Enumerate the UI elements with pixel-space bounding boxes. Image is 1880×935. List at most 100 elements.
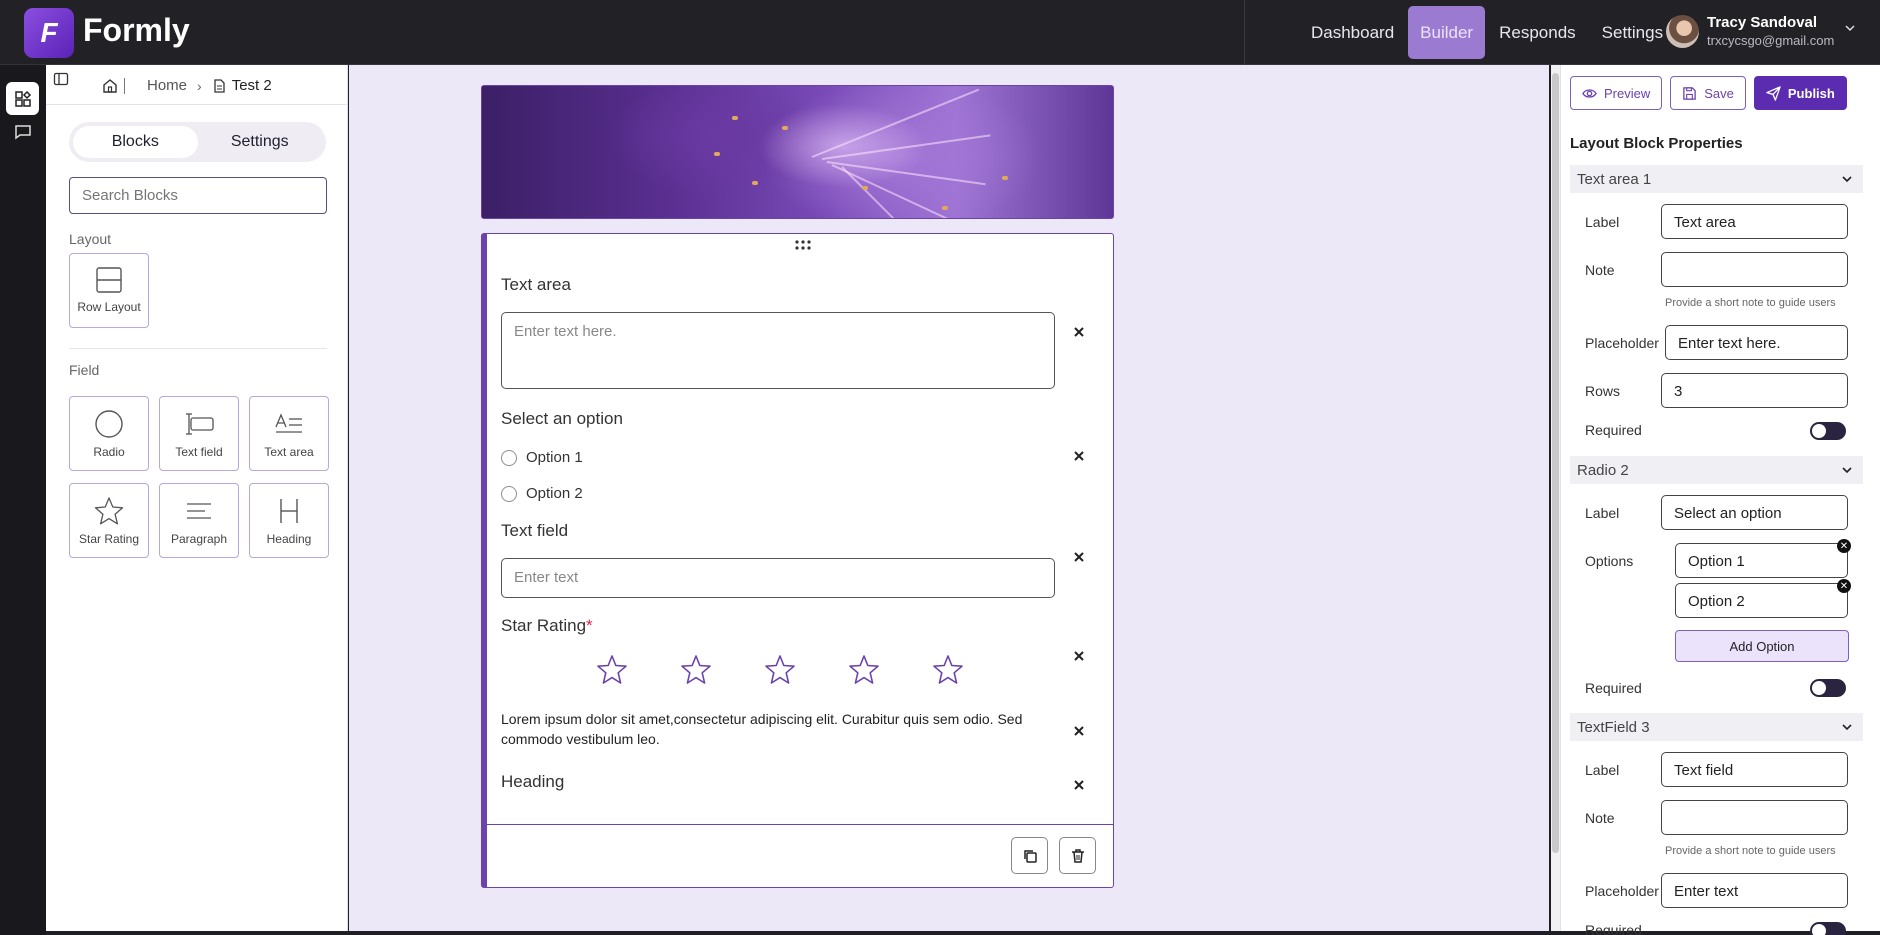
block-heading[interactable]: Heading — [249, 483, 329, 558]
chevron-down-icon — [1842, 467, 1852, 474]
send-icon — [1766, 85, 1781, 101]
text-area-label-input[interactable]: Text area — [1661, 204, 1848, 239]
text-area-note-input[interactable] — [1661, 252, 1848, 287]
sidebar-tabs: Blocks Settings — [69, 122, 326, 162]
text-area-block-header[interactable]: Text area 1 — [1570, 165, 1863, 193]
canvas-scrollbar[interactable] — [1551, 65, 1560, 931]
publish-button[interactable]: Publish — [1753, 76, 1847, 110]
radio-icon — [95, 410, 123, 438]
home-icon[interactable] — [102, 78, 118, 94]
text-field-placeholder-input[interactable]: Enter text — [1661, 873, 1848, 908]
preview-button[interactable]: Preview — [1570, 76, 1663, 110]
text-field-input[interactable]: Enter text — [501, 558, 1055, 598]
save-icon — [1683, 86, 1697, 100]
star-icon[interactable] — [764, 654, 796, 686]
rail-blocks-button[interactable] — [6, 82, 39, 115]
chevron-down-icon[interactable] — [1844, 22, 1856, 34]
text-field-label-input[interactable]: Text field — [1661, 752, 1848, 787]
block-text-area[interactable]: Text area — [249, 396, 329, 471]
radio-option[interactable]: Option 2 — [501, 485, 583, 502]
blocks-icon — [14, 90, 31, 107]
radio-circle-icon — [501, 485, 517, 502]
star-icon[interactable] — [932, 654, 964, 686]
text-area-placeholder-input[interactable]: Enter text here. — [1665, 325, 1848, 360]
required-caption: Required — [1585, 422, 1642, 438]
text-field-block-header[interactable]: TextField 3 — [1570, 713, 1863, 741]
block-row-layout[interactable]: Row Layout — [69, 253, 149, 328]
app-logo[interactable]: F — [24, 8, 74, 58]
breadcrumb-divider — [124, 77, 125, 94]
heading-text: Heading — [501, 772, 565, 791]
tab-settings[interactable]: Settings — [198, 126, 323, 158]
sidebar-header: Home › Test 2 — [46, 65, 347, 105]
duplicate-button[interactable] — [1011, 837, 1048, 874]
required-caption: Required — [1585, 680, 1642, 696]
scrollbar-thumb[interactable] — [1552, 73, 1559, 853]
required-toggle[interactable] — [1810, 679, 1846, 697]
search-blocks-input[interactable] — [69, 177, 327, 214]
text-area-field[interactable]: Enter text here. — [501, 312, 1055, 389]
star-icon[interactable] — [848, 654, 880, 686]
save-label: Save — [1704, 85, 1734, 101]
required-toggle[interactable] — [1810, 922, 1846, 935]
label-caption: Label — [1585, 762, 1620, 778]
user-menu[interactable]: Tracy Sandoval trxcycsgo@gmail.com — [1666, 14, 1834, 48]
star-icon[interactable] — [680, 654, 712, 686]
radio-option-label: Option 1 — [526, 449, 583, 466]
delete-button[interactable] — [1059, 837, 1096, 874]
close-icon[interactable] — [1071, 324, 1087, 340]
save-button[interactable]: Save — [1670, 76, 1746, 110]
sidebar-toggle-icon[interactable] — [53, 71, 69, 87]
add-option-button[interactable]: Add Option — [1675, 630, 1849, 662]
preview-label: Preview — [1604, 85, 1651, 101]
heading-icon — [280, 499, 298, 523]
option-input[interactable]: Option 1 — [1675, 543, 1848, 578]
label-caption: Label — [1585, 214, 1620, 230]
drag-handle-icon[interactable] — [795, 240, 811, 250]
rail-comments-button[interactable] — [6, 115, 39, 148]
nav-builder[interactable]: Builder — [1408, 6, 1486, 59]
star-rating-label-text: Star Rating — [501, 616, 587, 635]
required-caption: Required — [1585, 922, 1642, 935]
close-icon[interactable] — [1071, 648, 1087, 664]
close-icon[interactable] — [1071, 549, 1087, 565]
text-area-label: Text area — [501, 275, 571, 294]
remove-option-icon[interactable]: ✕ — [1837, 539, 1851, 553]
remove-option-icon[interactable]: ✕ — [1837, 579, 1851, 593]
breadcrumb-home[interactable]: Home — [147, 77, 187, 94]
nav-dashboard[interactable]: Dashboard — [1299, 6, 1406, 59]
radio-label-input[interactable]: Select an option — [1661, 495, 1848, 530]
eye-icon — [1582, 88, 1597, 98]
block-header-label: Radio 2 — [1577, 461, 1629, 479]
tab-blocks[interactable]: Blocks — [73, 126, 198, 158]
block-label: Heading — [266, 532, 312, 546]
form-row-layout[interactable]: Text area Enter text here. Select an opt… — [481, 233, 1114, 888]
note-hint: Provide a short note to guide users — [1665, 845, 1836, 857]
form-banner-image[interactable] — [481, 85, 1114, 219]
chevron-down-icon — [1842, 724, 1852, 731]
placeholder-caption: Placeholder — [1585, 883, 1659, 899]
block-paragraph[interactable]: Paragraph — [159, 483, 239, 558]
text-field-note-input[interactable] — [1661, 800, 1848, 835]
section-divider — [69, 348, 327, 349]
required-toggle[interactable] — [1810, 422, 1846, 440]
publish-label: Publish — [1787, 85, 1835, 101]
radio-circle-icon — [501, 449, 517, 466]
radio-label: Select an option — [501, 409, 623, 428]
block-label: Radio — [93, 445, 125, 459]
block-radio[interactable]: Radio — [69, 396, 149, 471]
block-text-field[interactable]: Text field — [159, 396, 239, 471]
star-icon[interactable] — [596, 654, 628, 686]
rows-input[interactable]: 3 — [1661, 373, 1848, 408]
close-icon[interactable] — [1071, 723, 1087, 739]
paragraph-icon — [187, 503, 211, 519]
radio-option[interactable]: Option 1 — [501, 449, 583, 466]
block-star-rating[interactable]: Star Rating — [69, 483, 149, 558]
nav-responds[interactable]: Responds — [1487, 6, 1588, 59]
close-icon[interactable] — [1071, 448, 1087, 464]
nav-settings[interactable]: Settings — [1590, 6, 1675, 59]
radio-block-header[interactable]: Radio 2 — [1570, 456, 1863, 484]
star-rating-label: Star Rating* — [501, 616, 593, 636]
option-input[interactable]: Option 2 — [1675, 583, 1848, 618]
close-icon[interactable] — [1071, 777, 1087, 793]
